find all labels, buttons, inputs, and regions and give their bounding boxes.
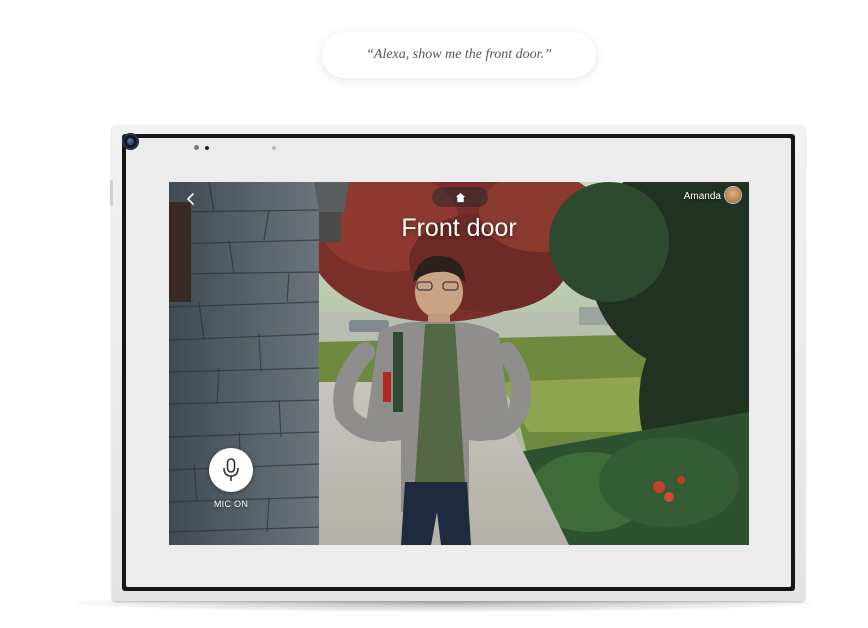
device-sensor xyxy=(272,146,276,150)
device-sensor xyxy=(194,145,199,150)
device-sensor xyxy=(205,146,209,150)
echo-show-device: Front door Amanda MIC ON xyxy=(110,125,805,601)
chevron-left-icon xyxy=(187,193,194,205)
back-button[interactable] xyxy=(179,190,203,210)
mic-button[interactable] xyxy=(209,448,253,492)
home-icon xyxy=(455,192,465,202)
user-avatar[interactable] xyxy=(725,187,741,203)
mic-status-label: MIC ON xyxy=(213,499,249,509)
home-button[interactable] xyxy=(432,187,488,207)
screen-title: Front door xyxy=(401,214,517,242)
user-name[interactable]: Amanda xyxy=(684,190,721,204)
voice-prompt-text: “Alexa, show me the front door.” xyxy=(366,47,552,62)
microphone-icon xyxy=(223,458,239,481)
device-camera xyxy=(122,133,139,150)
device-side-button xyxy=(110,180,113,206)
voice-prompt-bubble: “Alexa, show me the front door.” xyxy=(322,32,596,78)
doorbell-camera-screen[interactable]: Front door Amanda MIC ON xyxy=(169,182,749,545)
